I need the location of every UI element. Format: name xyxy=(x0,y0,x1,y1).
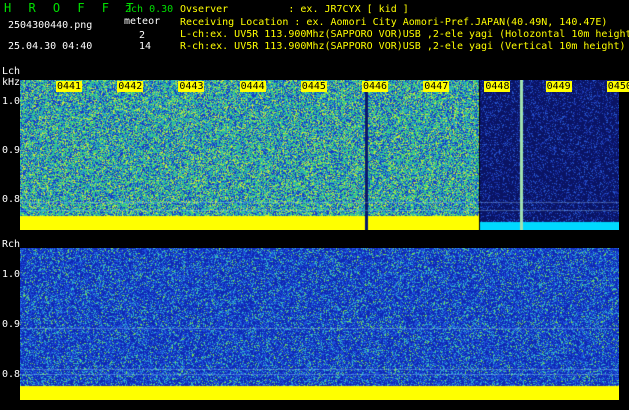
lch-info-line: L-ch:ex. UV5R 113.900Mhz(SAPPORO VOR)USB… xyxy=(180,29,629,40)
minute-label-0449: 0449 xyxy=(545,81,572,92)
minute-label-0444: 0444 xyxy=(239,81,266,92)
minute-label-0442: 0442 xyxy=(117,81,144,92)
lch-unit: kHz xyxy=(2,77,21,88)
minute-label-0447: 0447 xyxy=(423,81,450,92)
lch-tick-0-8: 0.8 xyxy=(2,194,21,205)
minute-label-0441: 0441 xyxy=(56,81,83,92)
meteor-count-rch: 14 xyxy=(139,41,152,52)
minute-label-0450: 0450 xyxy=(606,81,629,92)
meteor-label: meteor xyxy=(124,16,161,27)
rch-tick-0-8: 0.8 xyxy=(2,369,21,380)
app-title: H R O F F T xyxy=(4,1,139,15)
timestamp-label: 25.04.30 04:40 xyxy=(8,41,93,52)
minute-label-0446: 0446 xyxy=(362,81,389,92)
location-line: Receiving Location : ex. Aomori City Aom… xyxy=(180,17,608,28)
minute-label-0443: 0443 xyxy=(178,81,205,92)
minute-label-0448: 0448 xyxy=(484,81,511,92)
observer-line: Ovserver : ex. JR7CYX [ kid ] xyxy=(180,4,409,15)
version-label: 2ch 0.30 xyxy=(125,4,174,15)
rch-info-line: R-ch:ex. UV5R 113.900Mhz(SAPPORO VOR)USB… xyxy=(180,41,626,52)
filename-label: 2504300440.png xyxy=(8,20,93,31)
minute-label-0445: 0445 xyxy=(300,81,327,92)
lch-spectrogram xyxy=(20,80,619,230)
rch-label: Rch xyxy=(2,239,21,250)
rch-spectrogram xyxy=(20,248,619,400)
lch-tick-1-0: 1.0 xyxy=(2,96,21,107)
rch-tick-1-0: 1.0 xyxy=(2,269,21,280)
rch-tick-0-9: 0.9 xyxy=(2,319,21,330)
lch-tick-0-9: 0.9 xyxy=(2,145,21,156)
